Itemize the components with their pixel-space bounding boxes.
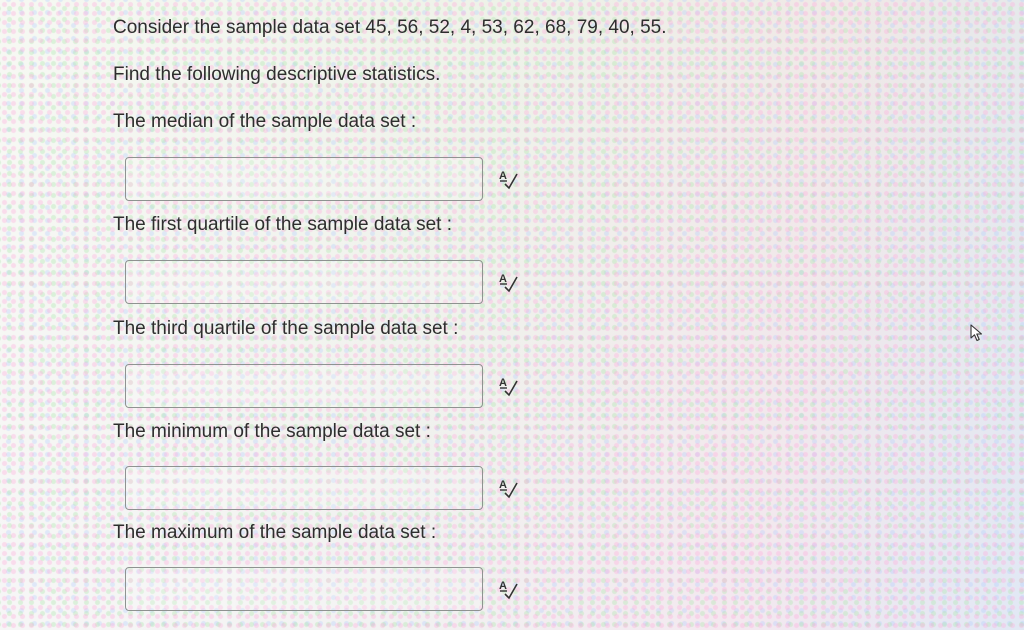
question-instruction: Find the following descriptive statistic…	[113, 64, 441, 85]
svg-text:A: A	[499, 377, 507, 389]
minimum-label: The minimum of the sample data set :	[113, 421, 431, 442]
spellcheck-icon[interactable]: A	[498, 271, 520, 293]
spellcheck-icon[interactable]: A	[498, 375, 520, 397]
spellcheck-icon[interactable]: A	[498, 578, 520, 600]
svg-text:A: A	[499, 479, 507, 491]
third-quartile-input[interactable]	[125, 364, 483, 408]
median-answer-row: A	[125, 157, 520, 201]
question-prompt: Consider the sample data set 45, 56, 52,…	[113, 17, 667, 38]
spellcheck-icon[interactable]: A	[498, 477, 520, 499]
first-quartile-input[interactable]	[125, 260, 483, 304]
first-quartile-label: The first quartile of the sample data se…	[113, 214, 453, 235]
spellcheck-icon[interactable]: A	[498, 168, 520, 190]
median-input[interactable]	[125, 157, 483, 201]
median-label: The median of the sample data set :	[113, 111, 417, 132]
first-quartile-answer-row: A	[125, 260, 520, 304]
third-quartile-label: The third quartile of the sample data se…	[113, 318, 459, 339]
mouse-pointer-icon	[970, 324, 983, 342]
maximum-label: The maximum of the sample data set :	[113, 522, 437, 543]
svg-text:A: A	[499, 580, 507, 592]
third-quartile-answer-row: A	[125, 364, 520, 408]
maximum-answer-row: A	[125, 567, 520, 611]
svg-text:A: A	[499, 273, 507, 285]
minimum-input[interactable]	[125, 466, 483, 510]
svg-text:A: A	[499, 170, 507, 182]
minimum-answer-row: A	[125, 466, 520, 510]
maximum-input[interactable]	[125, 567, 483, 611]
